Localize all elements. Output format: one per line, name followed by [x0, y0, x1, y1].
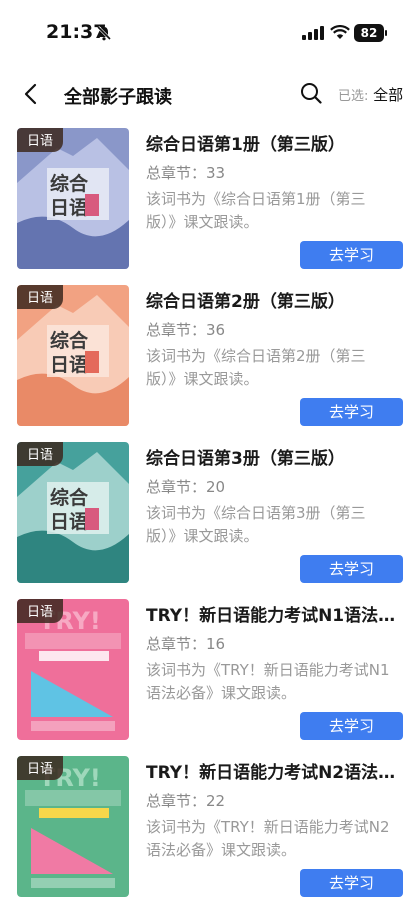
book-list: 综合 日语 日语 综合日语第1册（第三版） 总章节：33 该词书为《综合日语第1… [0, 128, 420, 913]
study-button[interactable]: 去学习 [300, 712, 403, 740]
chapter-value: 22 [206, 792, 226, 810]
study-button[interactable]: 去学习 [300, 398, 403, 426]
chapter-count: 总章节：36 [146, 319, 225, 340]
chapter-label: 总章节： [146, 321, 207, 339]
svg-text:日语: 日语 [50, 511, 88, 533]
chapter-value: 33 [206, 164, 226, 182]
filter-selector[interactable]: 已选: 全部 [338, 84, 403, 105]
book-description: 该词书为《TRY！新日语能力考试N1语法必备》课文跟读。 [146, 661, 390, 702]
book-item[interactable]: 综合 日语 日语 综合日语第2册（第三版） 总章节：36 该词书为《综合日语第2… [0, 285, 420, 442]
book-title: 综合日语第1册（第三版） [146, 135, 345, 155]
cover-tag: 日语 [17, 128, 64, 152]
svg-text:综合: 综合 [50, 172, 89, 195]
filter-label: 已选: [338, 89, 369, 104]
svg-text:日语: 日语 [50, 354, 88, 376]
book-item[interactable]: TRY! 日语 TRY！新日语能力考试N1语法必备 总章节：16 该词书为《TR… [0, 599, 420, 756]
chapter-count: 总章节：16 [146, 633, 225, 654]
book-description: 该词书为《综合日语第2册（第三版）》课文跟读。 [146, 347, 366, 388]
chapter-label: 总章节： [146, 478, 207, 496]
book-description: 该词书为《TRY！新日语能力考试N2语法必备》课文跟读。 [146, 818, 390, 859]
chapter-label: 总章节： [146, 635, 207, 653]
search-icon[interactable] [300, 82, 322, 104]
cover-tag: 日语 [17, 756, 64, 780]
chapter-label: 总章节： [146, 792, 207, 810]
book-item[interactable]: 综合 日语 日语 综合日语第1册（第三版） 总章节：33 该词书为《综合日语第1… [0, 128, 420, 285]
book-title: 综合日语第2册（第三版） [146, 292, 345, 312]
back-chevron-icon[interactable] [20, 82, 42, 106]
chapter-count: 总章节：33 [146, 162, 225, 183]
book-title: TRY！新日语能力考试N2语法必备 [146, 763, 404, 783]
status-bar: 21:37 82 [0, 0, 420, 66]
svg-text:综合: 综合 [50, 329, 89, 352]
signal-icon [302, 26, 324, 40]
cover-tag: 日语 [17, 285, 64, 309]
chapter-value: 16 [206, 635, 226, 653]
chapter-label: 总章节： [146, 164, 207, 182]
svg-text:日语: 日语 [50, 197, 88, 219]
book-title: TRY！新日语能力考试N1语法必备 [146, 606, 404, 626]
chapter-value: 36 [206, 321, 226, 339]
book-cover[interactable]: 综合 日语 日语 [17, 128, 129, 269]
filter-value: 全部 [373, 86, 404, 104]
page-title: 全部影子跟读 [64, 87, 172, 108]
book-item[interactable]: TRY! 日语 TRY！新日语能力考试N2语法必备 总章节：22 该词书为《TR… [0, 756, 420, 913]
book-item[interactable]: 综合 日语 日语 综合日语第3册（第三版） 总章节：20 该词书为《综合日语第3… [0, 442, 420, 599]
study-button[interactable]: 去学习 [300, 869, 403, 897]
book-description: 该词书为《综合日语第3册（第三版）》课文跟读。 [146, 504, 366, 545]
cover-tag: 日语 [17, 599, 64, 623]
book-cover[interactable]: TRY! 日语 [17, 599, 129, 740]
book-cover[interactable]: 综合 日语 日语 [17, 442, 129, 583]
nav-bar: 全部影子跟读 已选: 全部 [0, 72, 420, 116]
chapter-value: 20 [206, 478, 226, 496]
svg-text:综合: 综合 [50, 486, 89, 509]
chapter-count: 总章节：22 [146, 790, 225, 811]
book-cover[interactable]: 综合 日语 日语 [17, 285, 129, 426]
study-button[interactable]: 去学习 [300, 555, 403, 583]
book-description: 该词书为《综合日语第1册（第三版）》课文跟读。 [146, 190, 366, 231]
wifi-icon [330, 25, 350, 39]
study-button[interactable]: 去学习 [300, 241, 403, 269]
book-cover[interactable]: TRY! 日语 [17, 756, 129, 897]
bell-slash-icon [96, 25, 112, 41]
cover-tag: 日语 [17, 442, 64, 466]
chapter-count: 总章节：20 [146, 476, 225, 497]
book-title: 综合日语第3册（第三版） [146, 449, 345, 469]
battery-icon [385, 30, 387, 36]
battery-level: 82 [354, 24, 384, 42]
